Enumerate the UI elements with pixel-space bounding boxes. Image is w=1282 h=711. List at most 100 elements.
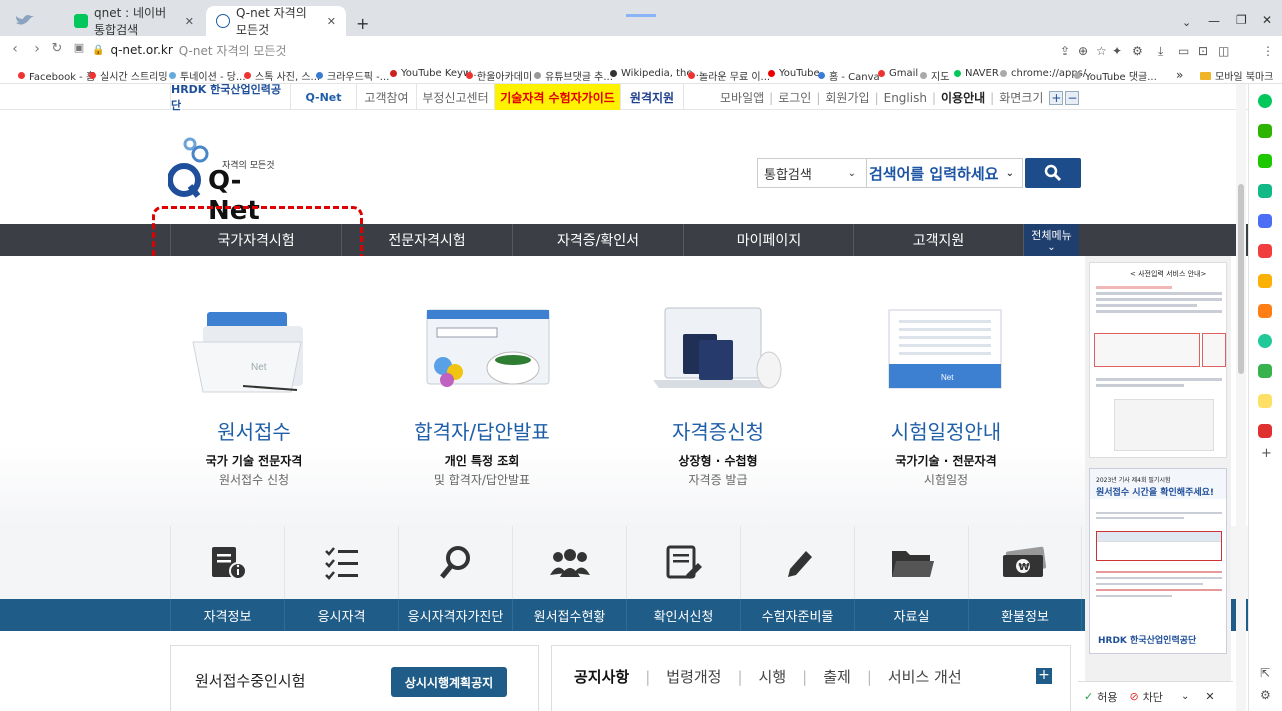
cast-icon[interactable]: ▭ — [1178, 44, 1189, 58]
side-app-icon[interactable] — [1258, 364, 1272, 378]
bookmark-item[interactable]: 유튜브댓글 추... — [534, 68, 613, 83]
hrdk-link[interactable]: HRDK 한국산업인력공단 — [170, 84, 290, 112]
side-app-icon[interactable] — [1258, 184, 1272, 198]
refund-money-icon[interactable]: ₩ — [968, 526, 1082, 600]
tab-implementation[interactable]: 시행 — [759, 666, 787, 687]
bookmark-item[interactable]: YouTube 댓글... — [1074, 68, 1157, 83]
bookmark-item[interactable]: 크라우드픽 -... — [316, 68, 389, 83]
bookmark-item[interactable]: 스톡 사진, 스... — [244, 68, 320, 83]
bookmark-item[interactable]: 한울아카데미 — [466, 68, 532, 83]
side-app-icon[interactable] — [1258, 124, 1272, 138]
screenshot-icon[interactable]: ⊡ — [1198, 44, 1208, 58]
full-menu-button[interactable]: 전체메뉴 ⌄ — [1024, 224, 1079, 256]
remote-support-link[interactable]: 원격지원 — [620, 84, 684, 110]
search-button[interactable] — [1025, 158, 1081, 188]
bookmark-star-icon[interactable]: ☆ — [1096, 44, 1107, 58]
sidebar-icon[interactable]: ◫ — [1218, 44, 1229, 58]
signup-link[interactable]: 회원가입 — [825, 89, 869, 106]
site-info-icon[interactable]: ▣ — [68, 41, 90, 54]
fraud-report-link[interactable]: 부정신고센터 — [416, 84, 494, 110]
banner-pre-input-service[interactable]: < 사전입력 서비스 안내> — [1089, 262, 1227, 458]
close-icon[interactable]: ✕ — [327, 15, 336, 28]
tab-search-icon[interactable]: ⌄ — [1182, 16, 1191, 29]
folder-icon[interactable] — [854, 526, 968, 600]
twitter-icon[interactable] — [14, 12, 36, 26]
mobile-app-link[interactable]: 모바일앱 — [720, 89, 764, 106]
side-app-icon[interactable] — [1258, 334, 1272, 348]
qnet-logo[interactable]: 자격의 모든것 Q-Net — [167, 136, 278, 226]
side-app-icon[interactable] — [1258, 274, 1272, 288]
bookmark-item[interactable]: 투네이션 - 당... — [169, 68, 246, 83]
bookmark-item[interactable]: 실시간 스트리밍 — [89, 68, 168, 83]
close-icon[interactable]: ✕ — [185, 15, 194, 28]
bookmark-item[interactable]: 지도 — [920, 68, 949, 83]
side-app-icon[interactable] — [1258, 94, 1272, 108]
side-app-icon[interactable] — [1258, 214, 1272, 228]
exam-guide-link[interactable]: 기술자격 수험자가이드 — [494, 84, 620, 110]
side-app-icon[interactable] — [1258, 394, 1272, 408]
tab-service-improvement[interactable]: 서비스 개선 — [888, 666, 962, 687]
tab-law-revision[interactable]: 법령개정 — [666, 666, 721, 687]
tab-question[interactable]: 출제 — [823, 666, 851, 687]
bookmark-item[interactable]: NAVER — [954, 68, 999, 79]
bookmark-item[interactable]: Facebook - 홈 — [18, 68, 95, 83]
reload-icon[interactable]: ↻ — [46, 41, 68, 56]
nav-customer-support[interactable]: 고객지원 — [853, 224, 1024, 256]
settings-icon[interactable]: ⚙ — [1260, 688, 1271, 702]
quick-self-diagnosis[interactable]: 응시자격자가진단 — [398, 599, 512, 631]
chevron-down-icon[interactable]: ⌄ — [1181, 691, 1189, 702]
quick-qualification-info[interactable]: 자격정보 — [170, 599, 284, 631]
side-app-icon[interactable] — [1258, 424, 1272, 438]
allow-button[interactable]: 허용 — [1097, 689, 1117, 705]
new-tab-button[interactable]: + — [356, 14, 369, 33]
external-link-icon[interactable]: ⇱ — [1260, 666, 1270, 680]
bookmark-item[interactable]: 홈 - Canva — [818, 68, 880, 83]
add-icon[interactable]: + — [1261, 446, 1272, 461]
forward-icon[interactable]: › — [26, 41, 48, 57]
side-app-icon[interactable] — [1258, 244, 1272, 258]
search-input[interactable]: 검색어를 입력하세요 ⌄ — [867, 158, 1023, 188]
tab-notice[interactable]: 공지사항 — [574, 666, 629, 687]
bookmark-item[interactable]: YouTube — [768, 68, 820, 79]
bookmarks-more-button[interactable]: » — [1176, 68, 1183, 82]
extension-icon[interactable]: ✦ — [1112, 44, 1122, 58]
block-button[interactable]: 차단 — [1143, 689, 1163, 705]
english-link[interactable]: English — [884, 91, 927, 105]
tab-naver[interactable]: qnet : 네이버 통합검색 ✕ — [64, 6, 204, 37]
close-icon[interactable]: ✕ — [1205, 690, 1214, 703]
bookmark-item[interactable]: Gmail — [878, 68, 918, 79]
page-scrollbar[interactable] — [1236, 84, 1246, 711]
pencil-icon[interactable] — [740, 526, 854, 600]
zoom-in-button[interactable]: + — [1049, 90, 1064, 105]
address-bar[interactable]: 🔒 q-net.or.kr Q-net 자격의 모든것 — [92, 39, 1072, 61]
customer-participation-link[interactable]: 고객참여 — [356, 84, 416, 110]
quick-refund[interactable]: 환불정보 — [968, 599, 1082, 631]
window-close-icon[interactable]: ✕ — [1262, 13, 1272, 27]
magnifier-icon[interactable] — [398, 526, 512, 600]
mobile-bookmarks-folder[interactable]: 모바일 북마크 — [1200, 68, 1273, 83]
tab-qnet[interactable]: Q-net 자격의 모든것 ✕ — [206, 6, 346, 37]
side-app-icon[interactable] — [1258, 154, 1272, 168]
bookmark-item[interactable]: 놀라운 무료 이... — [688, 68, 770, 83]
users-icon[interactable] — [512, 526, 626, 600]
side-app-icon[interactable] — [1258, 304, 1272, 318]
back-icon[interactable]: ‹ — [4, 41, 26, 57]
qnet-link[interactable]: Q-Net — [290, 84, 356, 110]
nav-mypage[interactable]: 마이페이지 — [683, 224, 854, 256]
search-scope-select[interactable]: 통합검색 ⌄ — [757, 158, 867, 188]
quick-eligibility[interactable]: 응시자격 — [284, 599, 398, 631]
quick-exam-supplies[interactable]: 수험자준비물 — [740, 599, 854, 631]
download-icon[interactable]: ⤓ — [1158, 44, 1163, 59]
quick-application-status[interactable]: 원서접수현황 — [512, 599, 626, 631]
banner-exam-time[interactable]: 2023년 기사 제4회 필기시험 원서접수 시간을 확인해주세요! HRDK … — [1089, 468, 1227, 654]
document-edit-icon[interactable] — [626, 526, 740, 600]
quick-confirmation[interactable]: 확인서신청 — [626, 599, 740, 631]
login-link[interactable]: 로그인 — [778, 89, 811, 106]
minimize-icon[interactable]: — — [1208, 14, 1220, 28]
scrollbar-thumb[interactable] — [1238, 184, 1244, 374]
checklist-icon[interactable] — [284, 526, 398, 600]
qualification-info-icon[interactable] — [170, 526, 284, 600]
usage-guide-link[interactable]: 이용안내 — [941, 89, 985, 106]
notice-more-button[interactable]: + — [1036, 668, 1052, 684]
regular-exam-notice-button[interactable]: 상시시행계획공지 — [391, 667, 507, 697]
